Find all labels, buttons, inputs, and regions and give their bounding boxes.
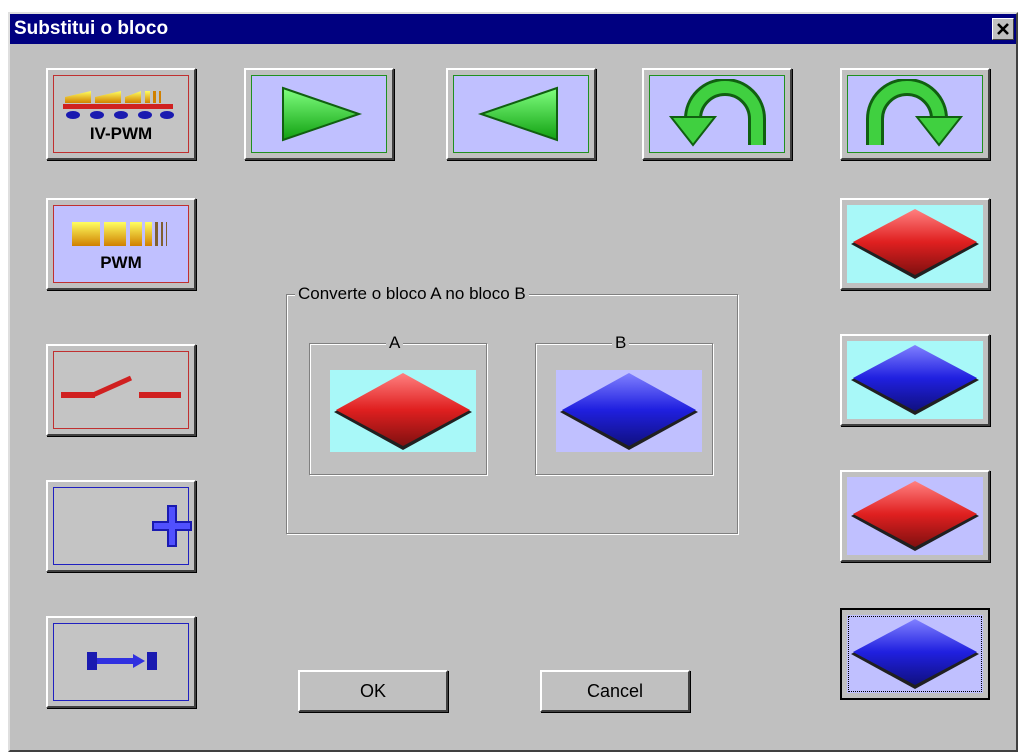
switch-face <box>53 351 189 429</box>
switch-block-button[interactable] <box>46 344 196 436</box>
rotate-left-button[interactable] <box>642 68 792 160</box>
pwm-block-button[interactable]: PWM <box>46 198 196 290</box>
block-b-label: B <box>612 334 630 352</box>
rotate-left-icon <box>668 79 766 147</box>
blue-on-lavender-block-button[interactable] <box>840 608 990 700</box>
close-button[interactable] <box>992 18 1014 40</box>
blue-on-cyan-block-button[interactable] <box>840 334 990 426</box>
pwm-face: PWM <box>53 205 189 283</box>
rotate-right-icon <box>866 79 964 147</box>
iv-pwm-face: IV-PWM <box>53 75 189 153</box>
link-face <box>53 623 189 701</box>
conversion-groupbox: Converte o bloco A no bloco B A B <box>286 285 738 534</box>
move-left-button[interactable] <box>446 68 596 160</box>
blue-diamond-icon <box>851 619 979 689</box>
cancel-button[interactable]: Cancel <box>540 670 690 712</box>
dialog-window: Substitui o bloco IV-PWM PWM Converte o … <box>8 12 1018 752</box>
red-on-lavender-face <box>847 477 983 555</box>
ok-button[interactable]: OK <box>298 670 448 712</box>
red-on-cyan-block-button[interactable] <box>840 198 990 290</box>
connector-icon <box>87 652 157 670</box>
groupbox-legend: Converte o bloco A no bloco B <box>295 285 529 303</box>
iv-pwm-label: IV-PWM <box>89 124 153 143</box>
switch-icon <box>61 375 181 398</box>
pwm-label: PWM <box>100 253 142 272</box>
red-diamond-icon <box>851 481 979 551</box>
red-on-cyan-face <box>847 205 983 283</box>
rotate-right-face <box>847 75 983 153</box>
red-on-lavender-block-button[interactable] <box>840 470 990 562</box>
arrow-right-icon <box>282 86 363 142</box>
block-b-preview <box>556 370 702 452</box>
move-right-face <box>251 75 387 153</box>
blue-diamond-icon <box>560 373 698 450</box>
blue-on-cyan-face <box>847 341 983 419</box>
move-right-button[interactable] <box>244 68 394 160</box>
sum-face <box>53 487 192 565</box>
red-diamond-icon <box>851 209 979 279</box>
window-title: Substitui o bloco <box>14 18 169 39</box>
red-diamond-icon <box>334 373 472 450</box>
iv-pwm-block-button[interactable]: IV-PWM <box>46 68 196 160</box>
pwm-icon <box>72 222 167 246</box>
title-bar[interactable]: Substitui o bloco <box>10 14 1016 44</box>
sum-block-button[interactable] <box>46 480 196 572</box>
block-a-box: A <box>309 334 487 475</box>
move-left-face <box>453 75 589 153</box>
close-icon <box>997 23 1009 35</box>
block-b-box: B <box>535 334 713 475</box>
blue-on-lavender-face <box>847 615 983 693</box>
block-a-label: A <box>386 334 404 352</box>
blue-diamond-icon <box>851 345 979 415</box>
rotate-right-button[interactable] <box>840 68 990 160</box>
iv-pwm-icon <box>63 91 174 119</box>
rotate-left-face <box>649 75 785 153</box>
link-block-button[interactable] <box>46 616 196 708</box>
arrow-left-icon <box>477 86 558 142</box>
block-a-preview <box>330 370 476 452</box>
plus-icon <box>152 505 192 547</box>
